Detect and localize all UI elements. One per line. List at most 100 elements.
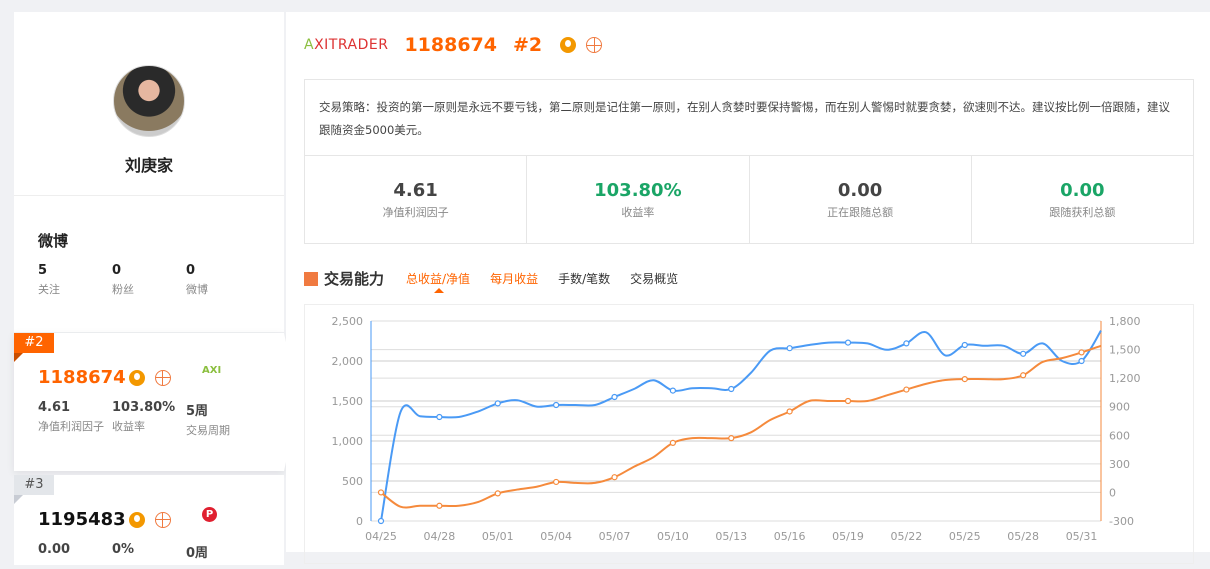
y-right-tick-label: 600 — [1109, 429, 1130, 442]
weibo-stat-posts[interactable]: 0 微博 — [186, 263, 260, 297]
x-tick-label: 05/13 — [715, 530, 747, 543]
y-left-tick-label: 2,000 — [332, 355, 364, 368]
stat-label: 收益率 — [112, 420, 145, 433]
stat-label: 净值利润因子 — [38, 420, 104, 433]
section-title: 交易能力 — [324, 270, 385, 288]
data-point — [436, 502, 443, 509]
x-tick-label: 05/16 — [774, 530, 806, 543]
main-panel: AXITRADER 1188674 #2 交易策略：投资的第一原则是永远不要亏钱… — [286, 12, 1210, 564]
stat-value: 0 — [186, 263, 196, 278]
kpi-following-total: 0.00 正在跟随总额 — [750, 156, 972, 244]
data-point — [669, 387, 676, 394]
sidebar: 刘庚家 微博 5 关注 0 粉丝 0 微博 #2 1188674 AXI 4.61 净值… — [14, 12, 299, 565]
account-id: 1188674 — [404, 34, 497, 56]
weibo-card: 微博 5 关注 0 粉丝 0 微博 — [14, 196, 284, 332]
ranking-card-active[interactable]: #2 1188674 AXI 4.61 净值利润因子 103.80% 收益率 5周交… — [14, 333, 299, 471]
globe-icon — [154, 511, 171, 528]
kpi-return-rate: 103.80% 收益率 — [527, 156, 750, 244]
data-point — [844, 397, 852, 405]
globe-icon[interactable] — [586, 37, 603, 53]
data-point — [377, 517, 385, 525]
profit-chart: 0 500 1,000 1,500 2,000 2,500 -300 0 300 600 900 1,… — [332, 315, 1141, 543]
data-point — [1020, 372, 1027, 379]
y-right-tick-label: 0 — [1109, 486, 1116, 499]
x-tick-label: 05/28 — [1007, 530, 1039, 543]
chart-icon — [304, 271, 318, 286]
chart-container: 0 500 1,000 1,500 2,000 2,500 -300 0 300 600 900 1,… — [304, 304, 1194, 564]
broker-logo-axi: AXI — [202, 365, 222, 376]
x-tick-label: 04/25 — [365, 530, 397, 543]
strategy-panel: 交易策略：投资的第一原则是永远不要亏钱，第二原则是记住第一原则，在别人贪婪时要保… — [304, 79, 1194, 244]
x-tick-label: 05/31 — [1066, 530, 1098, 543]
data-point — [961, 341, 968, 349]
data-point — [553, 478, 560, 486]
data-point — [436, 413, 443, 421]
globe-icon — [154, 369, 171, 386]
rank-badge: #2 — [14, 333, 54, 362]
data-point — [1078, 349, 1085, 356]
account-id: 1195483 — [38, 509, 126, 530]
data-point — [611, 393, 618, 401]
x-tick-label: 05/25 — [949, 530, 981, 543]
data-point — [903, 386, 910, 393]
stat-value: 5周 — [186, 404, 209, 419]
stat-label: 粉丝 — [112, 283, 134, 296]
stat-label: 微博 — [186, 283, 208, 296]
data-point — [611, 474, 618, 481]
data-point — [377, 489, 385, 496]
profile-card: 刘庚家 — [14, 12, 284, 196]
x-tick-label: 05/04 — [540, 530, 572, 543]
data-point — [1078, 357, 1085, 365]
broker-logo-p: P — [202, 507, 217, 522]
profile-name: 刘庚家 — [124, 156, 173, 175]
tab-overview[interactable]: 交易概览 — [630, 270, 678, 287]
weibo-title: 微博 — [38, 232, 69, 250]
account-rank: #2 — [513, 34, 543, 56]
x-tick-label: 04/28 — [424, 530, 456, 543]
data-point — [844, 339, 852, 346]
stat-label: 交易周期 — [186, 424, 230, 437]
tab-total-profit[interactable]: 总收益/净值 — [406, 270, 470, 293]
x-tick-label: 05/07 — [599, 530, 631, 543]
y-left-tick-label: 1,500 — [332, 395, 364, 408]
user-icon — [560, 37, 577, 53]
data-point — [1020, 350, 1027, 357]
weibo-stat-fans[interactable]: 0 粉丝 — [112, 263, 186, 297]
y-right-tick-label: 900 — [1109, 401, 1130, 414]
account-id: 1188674 — [38, 367, 126, 388]
data-point — [494, 400, 501, 407]
kpi-profit-factor: 4.61 净值利润因子 — [305, 156, 528, 244]
y-left-tick-label: 2,500 — [332, 315, 364, 328]
y-left-tick-label: 0 — [356, 515, 363, 528]
data-point — [728, 435, 735, 442]
data-point — [903, 340, 910, 347]
data-point — [786, 345, 793, 352]
stat-value: 4.61 — [38, 400, 71, 415]
y-left-tick-label: 500 — [342, 475, 363, 488]
data-point — [494, 490, 501, 497]
x-tick-label: 05/19 — [832, 530, 864, 543]
rank-badge: #3 — [14, 475, 54, 504]
strategy-text: 交易策略：投资的第一原则是永远不要亏钱，第二原则是记住第一原则，在别人贪婪时要保… — [305, 80, 1193, 156]
stat-value: 5 — [38, 263, 48, 278]
kpi-follow-profit: 0.00 跟随获利总额 — [1049, 180, 1116, 219]
weibo-stat-follow[interactable]: 5 关注 — [38, 263, 112, 297]
x-tick-label: 05/22 — [891, 530, 923, 543]
data-point — [786, 408, 793, 415]
user-icon — [128, 369, 145, 386]
y-right-tick-label: -300 — [1109, 515, 1134, 528]
section-header: 交易能力 总收益/净值 每月收益 手数/笔数 交易概览 — [304, 268, 698, 293]
stat-value: 0% — [112, 542, 135, 557]
x-tick-label: 05/10 — [657, 530, 689, 543]
y-right-tick-label: 300 — [1109, 458, 1130, 471]
data-point — [669, 439, 676, 447]
series-line-profit — [380, 344, 1102, 509]
y-right-tick-label: 1,800 — [1109, 315, 1141, 328]
stat-label: 关注 — [38, 283, 60, 296]
tab-monthly-profit[interactable]: 每月收益 — [490, 270, 538, 287]
tab-lots[interactable]: 手数/笔数 — [558, 270, 610, 287]
avatar — [113, 65, 185, 137]
stat-value: 103.80% — [112, 400, 176, 415]
account-header: AXITRADER 1188674 #2 — [304, 34, 603, 56]
data-point — [728, 385, 735, 393]
